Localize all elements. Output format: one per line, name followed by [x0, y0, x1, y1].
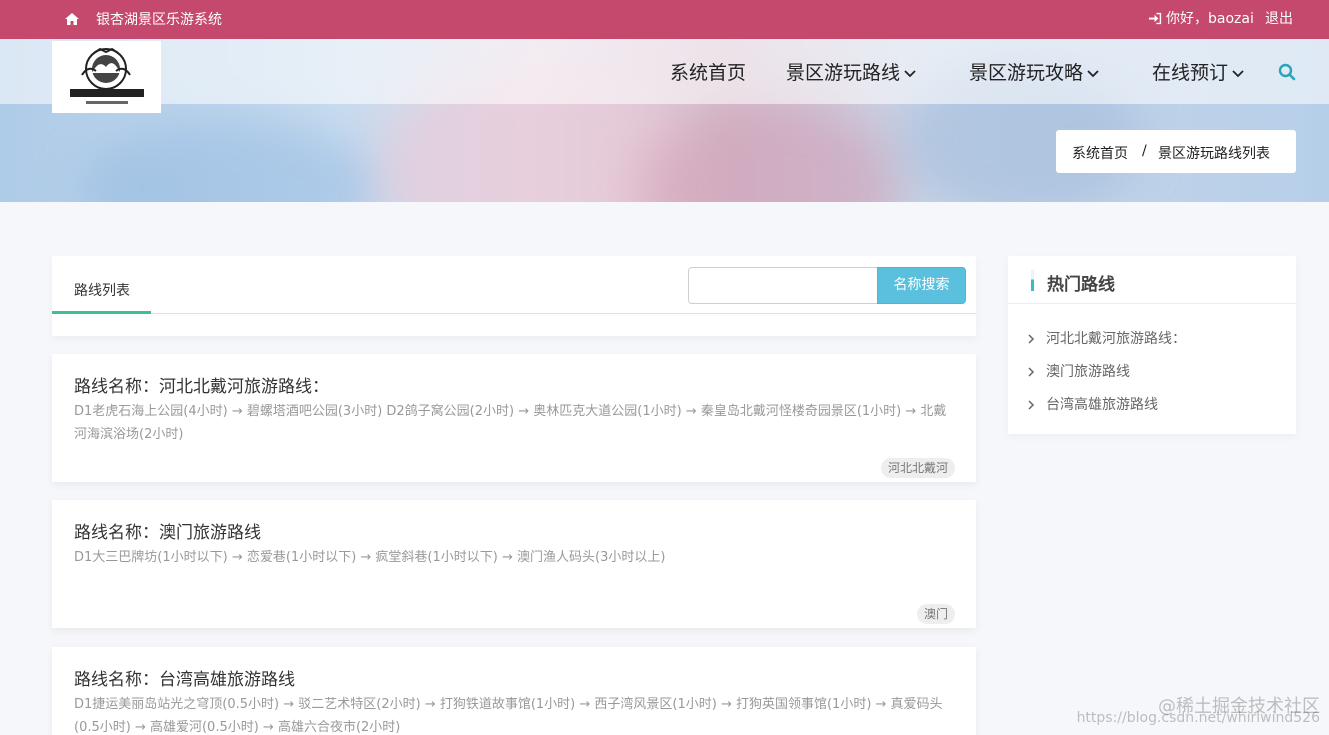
route-region-tag: 澳门: [916, 604, 955, 624]
nav-home-label: 系统首页: [670, 62, 747, 84]
nav-booking-label: 在线预订: [1152, 62, 1229, 84]
sign-in-icon: [1148, 12, 1162, 25]
hot-route-label: 河北北戴河旅游路线：: [1046, 331, 1186, 347]
chevron-right-icon: [1028, 367, 1035, 377]
nav-booking-dropdown[interactable]: 在线预订: [1152, 58, 1244, 85]
hot-route-item[interactable]: 河北北戴河旅游路线：: [1026, 328, 1186, 348]
tab-divider: [52, 313, 976, 314]
route-card[interactable]: 路线名称：台湾高雄旅游路线 D1捷运美丽岛站光之穹顶(0.5小时) → 驳二艺术…: [52, 647, 976, 735]
hot-route-label: 澳门旅游路线: [1046, 364, 1130, 380]
site-logo[interactable]: [52, 41, 161, 113]
logo-emblem-icon: [70, 47, 144, 104]
watermark: @稀土掘金技术社区 https://blog.csdn.net/whirlwin…: [1077, 688, 1324, 732]
route-name-search-input[interactable]: [688, 267, 878, 304]
chevron-right-icon: [1028, 334, 1035, 344]
route-name[interactable]: 路线名称：河北北戴河旅游路线：: [74, 372, 329, 397]
breadcrumb-home-link[interactable]: 系统首页: [1072, 143, 1128, 163]
watermark-line: https://blog.csdn.net/whirlwind526: [1076, 710, 1320, 726]
name-search-button[interactable]: 名称搜索: [877, 267, 966, 304]
logout-link[interactable]: 退出: [1265, 8, 1293, 28]
hot-routes-accent-bar: [1031, 270, 1034, 291]
user-greeting: 你好，baozai: [1166, 11, 1254, 27]
chevron-down-icon: [1232, 69, 1244, 77]
top-bar: 银杏湖景区乐游系统 你好，baozai 退出: [0, 0, 1329, 39]
route-card[interactable]: 路线名称：澳门旅游路线 D1大三巴牌坊(1小时以下) → 恋爱巷(1小时以下) …: [52, 500, 976, 628]
breadcrumb-separator: /: [1142, 143, 1147, 159]
chevron-down-icon: [904, 69, 916, 77]
breadcrumb: 系统首页 / 景区游玩路线列表: [1056, 130, 1296, 173]
chevron-right-icon: [1028, 400, 1035, 410]
breadcrumb-current: 景区游玩路线列表: [1158, 146, 1270, 162]
tab-route-list[interactable]: 路线列表: [74, 280, 130, 300]
active-tab-indicator: [52, 311, 151, 314]
route-card[interactable]: 路线名称：河北北戴河旅游路线： D1老虎石海上公园(4小时) → 碧螺塔酒吧公园…: [52, 354, 976, 482]
route-name[interactable]: 路线名称：台湾高雄旅游路线: [74, 665, 295, 690]
nav-guides-label: 景区游玩攻略: [969, 62, 1084, 84]
hot-routes-divider: [1008, 303, 1296, 304]
nav-routes-dropdown[interactable]: 景区游玩路线: [786, 58, 916, 85]
hot-route-item[interactable]: 澳门旅游路线: [1026, 361, 1130, 381]
route-description: D1捷运美丽岛站光之穹顶(0.5小时) → 驳二艺术特区(2小时) → 打狗铁道…: [74, 697, 943, 735]
route-description: D1老虎石海上公园(4小时) → 碧螺塔酒吧公园(3小时) D2鸽子窝公园(2小…: [74, 404, 947, 442]
home-icon[interactable]: [64, 11, 80, 27]
route-list-header: 路线列表 名称搜索: [52, 256, 976, 336]
nav-guides-dropdown[interactable]: 景区游玩攻略: [969, 58, 1099, 85]
route-region-tag: 河北北戴河: [880, 458, 955, 478]
hero-decoration: [640, 99, 900, 202]
hot-routes-title: 热门路线: [1047, 275, 1115, 295]
chevron-down-icon: [1087, 69, 1099, 77]
route-name[interactable]: 路线名称：澳门旅游路线: [74, 518, 261, 543]
nav-routes-label: 景区游玩路线: [786, 62, 901, 84]
hot-route-item[interactable]: 台湾高雄旅游路线: [1026, 394, 1158, 414]
search-icon[interactable]: [1278, 63, 1296, 81]
nav-home[interactable]: 系统首页: [670, 58, 746, 85]
hot-routes-panel: 热门路线 河北北戴河旅游路线： 澳门旅游路线 台湾高雄旅游路线: [1008, 256, 1296, 434]
main-navbar: [0, 39, 1329, 104]
route-description: D1大三巴牌坊(1小时以下) → 恋爱巷(1小时以下) → 疯堂斜巷(1小时以下…: [74, 550, 666, 565]
hot-route-label: 台湾高雄旅游路线: [1046, 397, 1158, 413]
site-title: 银杏湖景区乐游系统: [96, 12, 222, 28]
hero-decoration: [80, 119, 380, 202]
